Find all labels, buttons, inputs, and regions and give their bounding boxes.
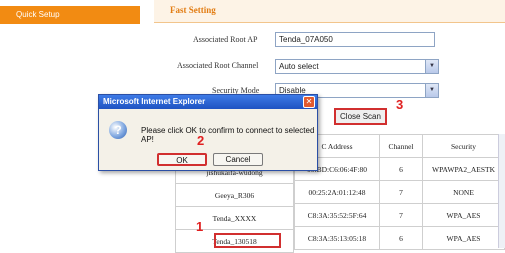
selected-ssid-highlight — [214, 233, 281, 248]
security-cell: WPA_AES — [422, 226, 505, 250]
header-channel: Channel — [379, 134, 423, 158]
section-header: Fast Setting — [154, 0, 505, 23]
mac-cell: C8:3A:35:52:5F:64 — [294, 203, 380, 227]
ok-button[interactable]: OK — [157, 153, 207, 166]
root-ap-input[interactable]: Tenda_07A050 — [275, 32, 435, 47]
table-row[interactable]: 00:BD:C6:06:4F:80 6 WPAWPA2_AESTK — [294, 157, 505, 181]
close-scan-button[interactable]: Close Scan — [334, 108, 387, 125]
table-row[interactable]: C8:3A:35:52:5F:64 7 WPA_AES — [294, 203, 505, 227]
close-icon[interactable]: ✕ — [303, 96, 315, 108]
table-row[interactable]: C8:3A:35:13:05:18 6 WPA_AES — [294, 226, 505, 250]
mac-cell: C8:3A:35:13:05:18 — [294, 226, 380, 250]
table-header-row: C Address Channel Security — [294, 134, 505, 158]
security-cell: NONE — [422, 180, 505, 204]
channel-cell: 7 — [379, 180, 423, 204]
security-cell: WPAWPA2_AESTK — [422, 157, 505, 181]
mac-cell: 00:25:2A:01:12:48 — [294, 180, 380, 204]
root-channel-label: Associated Root Channel — [177, 61, 259, 70]
page-title: Fast Setting — [170, 5, 216, 15]
channel-cell: 6 — [379, 157, 423, 181]
security-cell: WPA_AES — [422, 203, 505, 227]
ssid-cell[interactable]: Geeya_R306 — [175, 183, 294, 207]
table-row[interactable]: Geeya_R306 — [175, 183, 294, 207]
cancel-button[interactable]: Cancel — [213, 153, 263, 166]
sidebar-item-quick-setup[interactable]: Quick Setup — [0, 6, 140, 24]
channel-cell: 7 — [379, 203, 423, 227]
chevron-down-icon[interactable]: ▼ — [425, 60, 438, 73]
channel-cell: 6 — [379, 226, 423, 250]
step-3-marker: 3 — [396, 97, 404, 112]
step-1-marker: 1 — [196, 219, 204, 234]
root-channel-value: Auto select — [279, 62, 319, 71]
question-icon: ? — [109, 121, 127, 139]
root-channel-select[interactable]: Auto select ▼ — [275, 59, 439, 74]
ap-table: C Address Channel Security 00:BD:C6:06:4… — [294, 134, 505, 250]
root-ap-label: Associated Root AP — [193, 35, 258, 44]
header-security: Security — [422, 134, 505, 158]
confirm-dialog: Microsoft Internet Explorer ✕ ? Please c… — [98, 94, 318, 171]
ssid-cell[interactable]: Tenda_XXXX — [175, 206, 294, 230]
table-row[interactable]: 00:25:2A:01:12:48 7 NONE — [294, 180, 505, 204]
dialog-message: Please click OK to confirm to connect to… — [141, 126, 315, 144]
scrollbar[interactable] — [498, 134, 505, 248]
step-2-marker: 2 — [197, 133, 205, 148]
table-row[interactable]: Tenda_XXXX — [175, 206, 294, 230]
dialog-title: Microsoft Internet Explorer — [99, 95, 317, 109]
chevron-down-icon[interactable]: ▼ — [425, 84, 438, 97]
